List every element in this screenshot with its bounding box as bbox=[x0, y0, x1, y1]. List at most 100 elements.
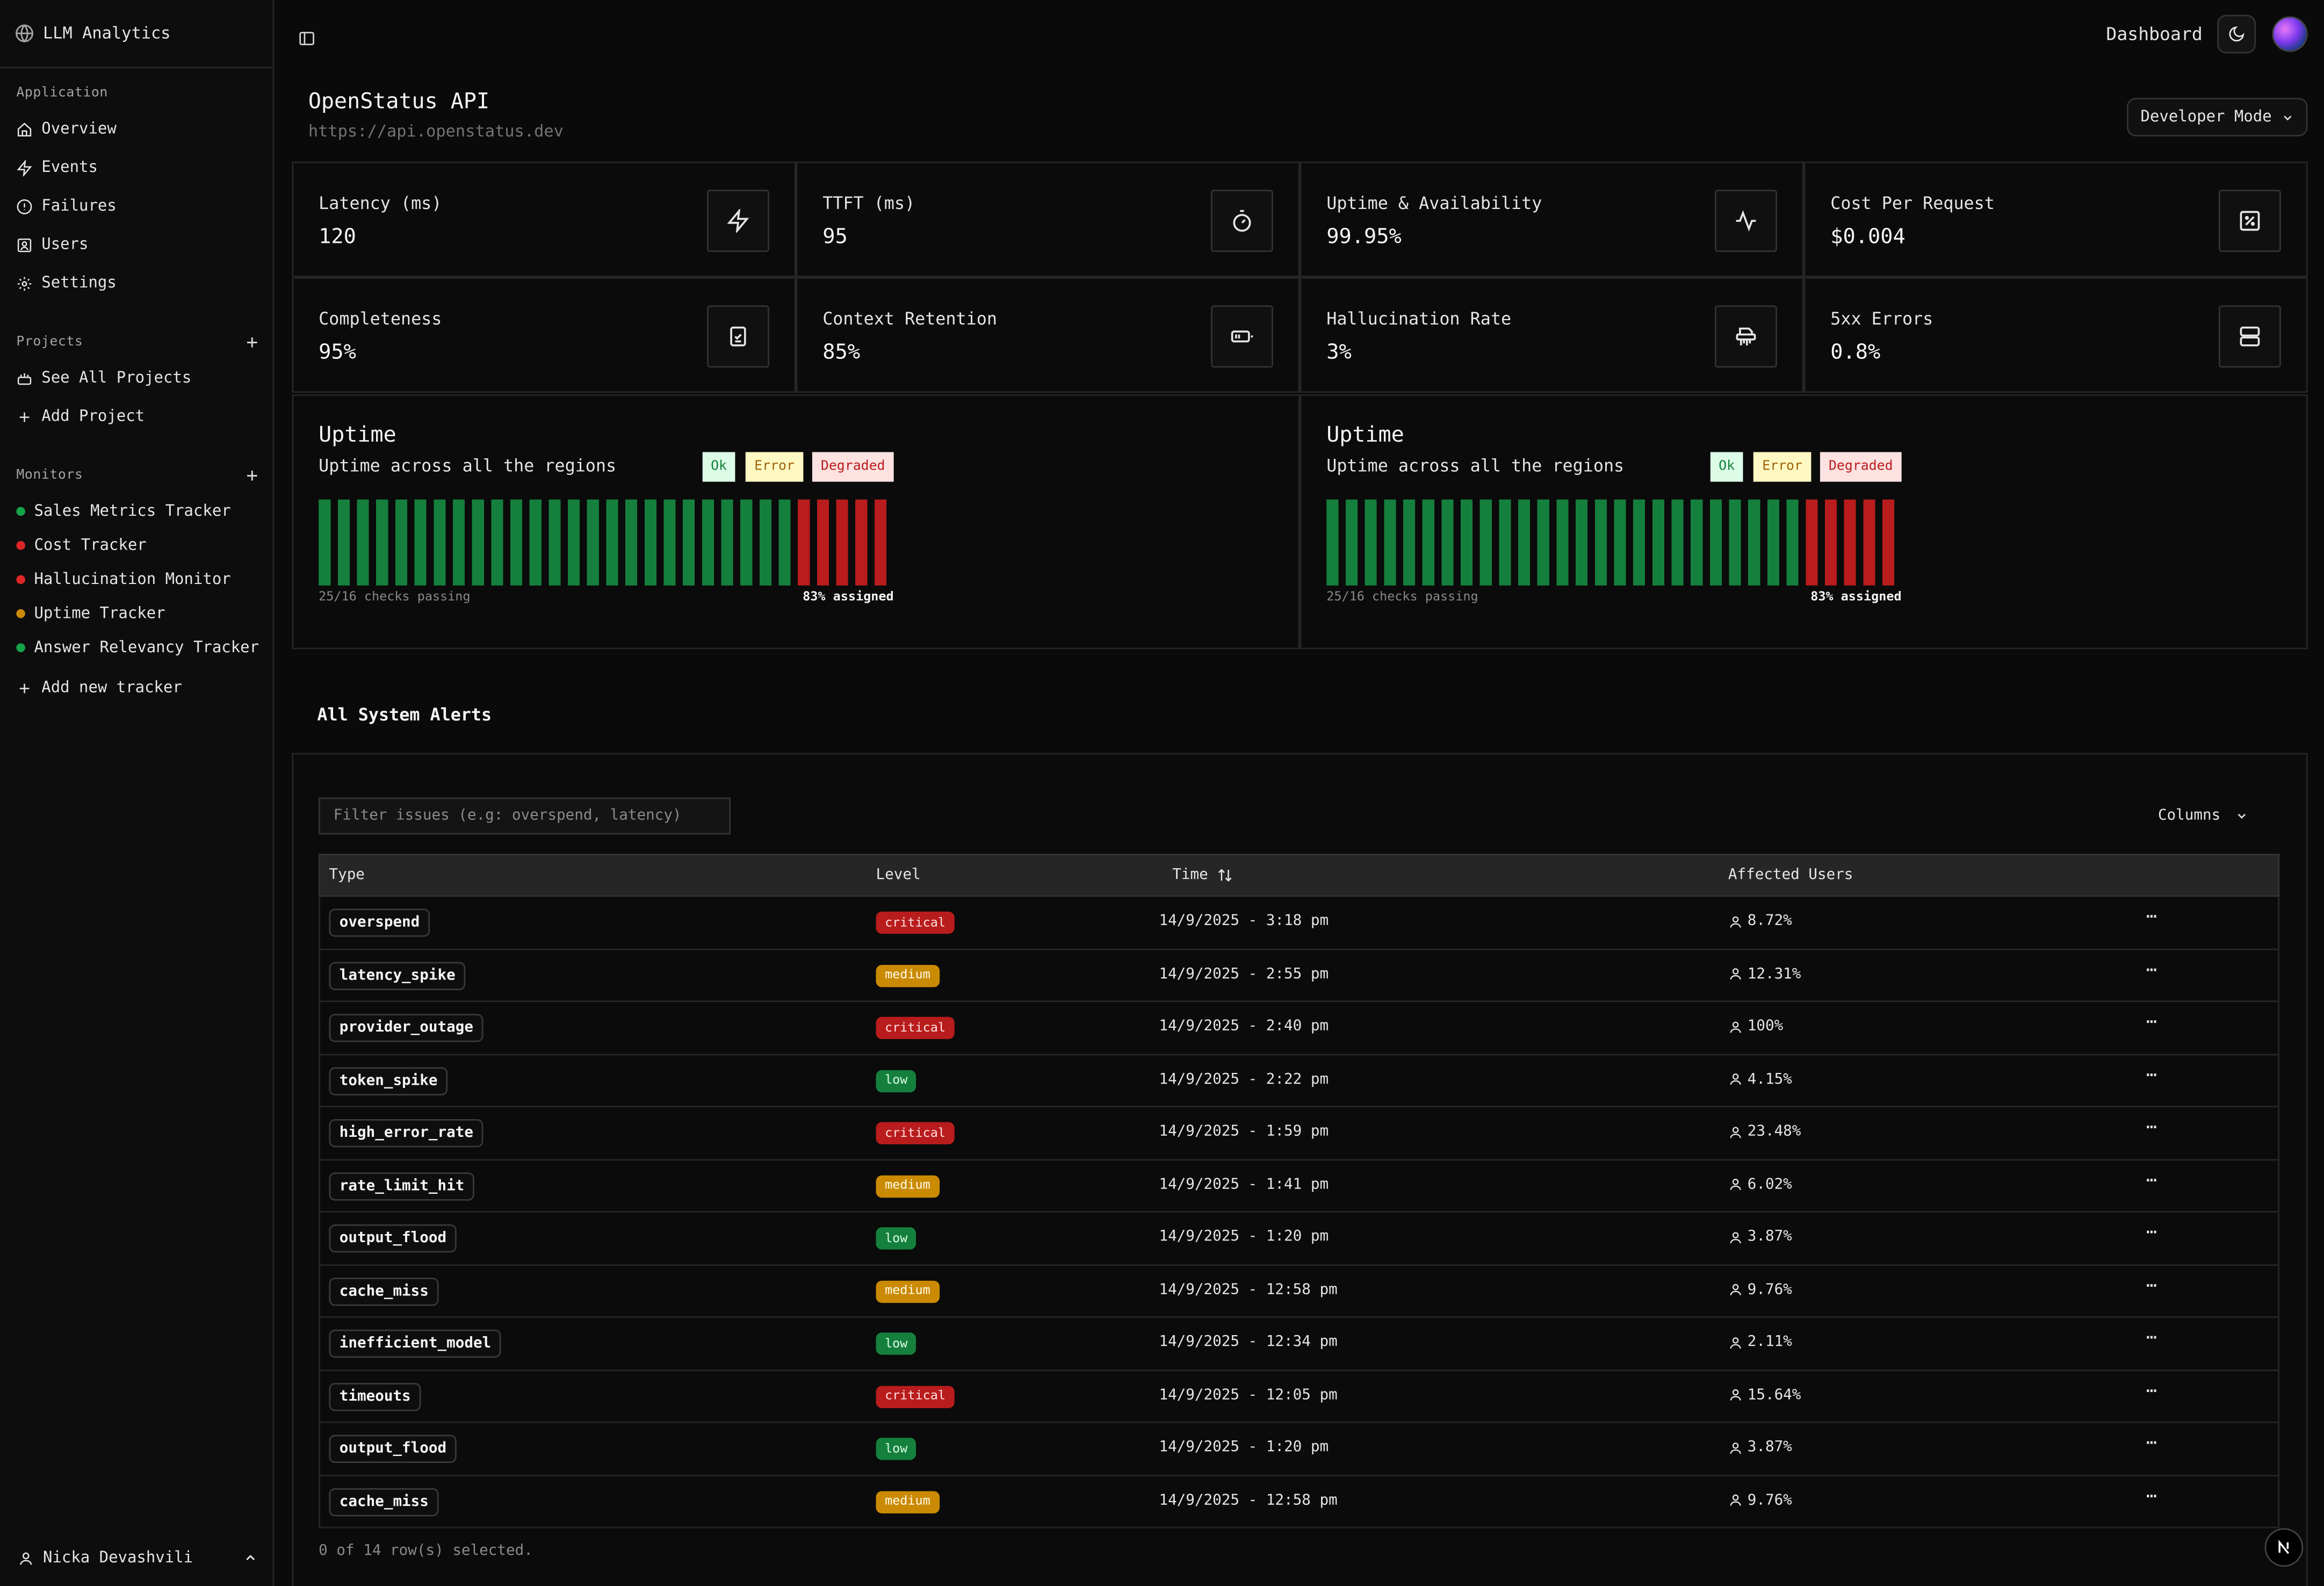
table-row[interactable]: cache_miss medium 14/9/2025 - 12:58 pm 9.76… bbox=[319, 1265, 2280, 1318]
monitor-item[interactable]: Cost Tracker bbox=[16, 534, 147, 557]
dashboard-link[interactable]: Dashboard bbox=[2106, 24, 2202, 45]
sidebar-item-users[interactable]: Users bbox=[16, 231, 88, 258]
metric-card-ttft: TTFT (ms) 95 bbox=[796, 161, 1300, 277]
user-menu[interactable]: Nicka Devashvili bbox=[18, 1549, 258, 1567]
monitor-item[interactable]: Answer Relevancy Tracker bbox=[16, 636, 259, 660]
uptime-bar-ok bbox=[357, 499, 369, 586]
more-actions-icon[interactable]: ⋯ bbox=[2146, 1116, 2157, 1137]
sidebar-toggle-icon[interactable] bbox=[298, 25, 316, 53]
sidebar: LLM Analytics Application Overview Event… bbox=[0, 0, 275, 1586]
server-icon bbox=[2219, 305, 2281, 368]
uptime-bar-ok bbox=[606, 499, 618, 586]
add-monitor-plus-icon[interactable]: + bbox=[246, 467, 258, 486]
column-header-time[interactable]: Time bbox=[1172, 867, 1233, 883]
more-actions-icon[interactable]: ⋯ bbox=[2146, 1221, 2157, 1242]
table-row[interactable]: rate_limit_hit medium 14/9/2025 - 1:41 pm 6… bbox=[319, 1159, 2280, 1213]
affected-users: 3.87% bbox=[1728, 1229, 1792, 1245]
uptime-bar-ok bbox=[1729, 499, 1741, 586]
table-row[interactable]: high_error_rate critical 14/9/2025 - 1:59 … bbox=[319, 1107, 2280, 1160]
alert-type: cache_miss bbox=[329, 1277, 439, 1306]
table-row[interactable]: cache_miss medium 14/9/2025 - 12:58 pm 9.76… bbox=[319, 1475, 2280, 1529]
sidebar-item-failures[interactable]: Failures bbox=[16, 193, 117, 220]
uptime-bar-ok bbox=[472, 499, 484, 586]
filter-issues-input[interactable] bbox=[319, 797, 731, 835]
uptime-bar-ok bbox=[319, 499, 331, 586]
user-icon bbox=[1730, 1494, 1741, 1506]
uptime-bar-ok bbox=[663, 499, 676, 586]
user-icon bbox=[1730, 1231, 1741, 1243]
monitor-item[interactable]: Hallucination Monitor bbox=[16, 568, 231, 592]
uptime-bars bbox=[1326, 499, 1895, 586]
uptime-bar-ok bbox=[1709, 499, 1722, 586]
table-row[interactable]: timeouts critical 14/9/2025 - 12:05 pm 15.6… bbox=[319, 1370, 2280, 1423]
table-row[interactable]: inefficient_model low 14/9/2025 - 12:34 pm… bbox=[319, 1317, 2280, 1371]
more-actions-icon[interactable]: ⋯ bbox=[2146, 1169, 2157, 1190]
sidebar-item-add-tracker[interactable]: Add new tracker bbox=[16, 674, 182, 701]
uptime-bar-ok bbox=[1422, 499, 1434, 586]
sidebar-item-add-project[interactable]: Add Project bbox=[16, 403, 145, 430]
add-project-plus-icon[interactable]: + bbox=[246, 334, 258, 353]
more-actions-icon[interactable]: ⋯ bbox=[2146, 1327, 2157, 1347]
metric-value: 99.95% bbox=[1326, 225, 1402, 249]
gear-icon bbox=[17, 276, 32, 290]
sidebar-item-see-all-projects[interactable]: See All Projects bbox=[16, 365, 191, 392]
sidebar-item-label: Settings bbox=[41, 274, 117, 292]
chevron-down-icon bbox=[2238, 813, 2246, 818]
column-header-level[interactable]: Level bbox=[876, 867, 921, 883]
alert-type: provider_outage bbox=[329, 1014, 484, 1042]
alert-time: 14/9/2025 - 3:18 pm bbox=[1159, 913, 1329, 929]
selection-status: 0 of 14 row(s) selected. bbox=[319, 1543, 533, 1560]
table-row[interactable]: overspend critical 14/9/2025 - 3:18 pm 8.72… bbox=[319, 897, 2280, 950]
sidebar-item-settings[interactable]: Settings bbox=[16, 270, 117, 297]
table-row[interactable]: output_flood low 14/9/2025 - 1:20 pm 3.87% ⋯ bbox=[319, 1423, 2280, 1476]
table-row[interactable]: latency_spike medium 14/9/2025 - 2:55 pm 12… bbox=[319, 949, 2280, 1003]
monitor-label: Hallucination Monitor bbox=[34, 571, 231, 589]
table-row[interactable]: token_spike low 14/9/2025 - 2:22 pm 4.15% ⋯ bbox=[319, 1054, 2280, 1107]
column-header-affected-users[interactable]: Affected Users bbox=[1728, 867, 1853, 883]
sidebar-item-label: Events bbox=[41, 158, 98, 177]
app-brand[interactable]: LLM Analytics bbox=[15, 19, 171, 46]
app-title: LLM Analytics bbox=[43, 23, 171, 42]
alert-time: 14/9/2025 - 12:34 pm bbox=[1159, 1334, 1338, 1351]
more-actions-icon[interactable]: ⋯ bbox=[2146, 906, 2157, 927]
column-header-type[interactable]: Type bbox=[329, 867, 364, 883]
alert-type: output_flood bbox=[329, 1224, 457, 1253]
affected-users-value: 8.72% bbox=[1747, 913, 1792, 929]
next-logo-icon[interactable] bbox=[2264, 1528, 2304, 1567]
more-actions-icon[interactable]: ⋯ bbox=[2146, 1432, 2157, 1453]
more-actions-icon[interactable]: ⋯ bbox=[2146, 1011, 2157, 1032]
level-badge: critical bbox=[876, 1122, 955, 1144]
sidebar-item-overview[interactable]: Overview bbox=[16, 116, 117, 142]
globe-icon bbox=[16, 24, 33, 42]
plus-icon bbox=[19, 683, 30, 693]
affected-users-value: 4.15% bbox=[1747, 1071, 1792, 1087]
uptime-bar-ok bbox=[1479, 499, 1492, 586]
more-actions-icon[interactable]: ⋯ bbox=[2146, 1064, 2157, 1085]
sort-icon[interactable] bbox=[1217, 867, 1233, 883]
user-square-icon bbox=[17, 237, 32, 251]
table-row[interactable]: output_flood low 14/9/2025 - 1:20 pm 3.87% ⋯ bbox=[319, 1212, 2280, 1265]
columns-dropdown[interactable]: Columns bbox=[2158, 801, 2277, 830]
more-actions-icon[interactable]: ⋯ bbox=[2146, 958, 2157, 979]
uptime-bar-ok bbox=[1518, 499, 1531, 586]
table-row[interactable]: provider_outage critical 14/9/2025 - 2:40 … bbox=[319, 1002, 2280, 1055]
assigned-percent: 83% assigned bbox=[1810, 590, 1902, 605]
avatar[interactable] bbox=[2272, 16, 2308, 52]
more-actions-icon[interactable]: ⋯ bbox=[2146, 1379, 2157, 1400]
theme-toggle-button[interactable] bbox=[2217, 15, 2256, 54]
metric-label: Completeness bbox=[319, 308, 442, 329]
table-header: Type Level Time Affected Users bbox=[319, 854, 2280, 897]
uptime-bar-ok bbox=[721, 499, 733, 586]
sidebar-item-events[interactable]: Events bbox=[16, 154, 98, 181]
user-icon bbox=[1730, 1336, 1741, 1348]
uptime-bar-ok bbox=[1614, 499, 1626, 586]
monitor-item[interactable]: Uptime Tracker bbox=[16, 602, 165, 625]
developer-mode-dropdown[interactable]: Developer Mode bbox=[2127, 98, 2308, 136]
metric-value: $0.004 bbox=[1830, 225, 1906, 249]
uptime-bar-ok bbox=[568, 499, 580, 586]
uptime-bar-ok bbox=[759, 499, 771, 586]
monitor-item[interactable]: Sales Metrics Tracker bbox=[16, 500, 231, 523]
more-actions-icon[interactable]: ⋯ bbox=[2146, 1274, 2157, 1295]
affected-users: 23.48% bbox=[1728, 1123, 1801, 1140]
more-actions-icon[interactable]: ⋯ bbox=[2146, 1484, 2157, 1505]
